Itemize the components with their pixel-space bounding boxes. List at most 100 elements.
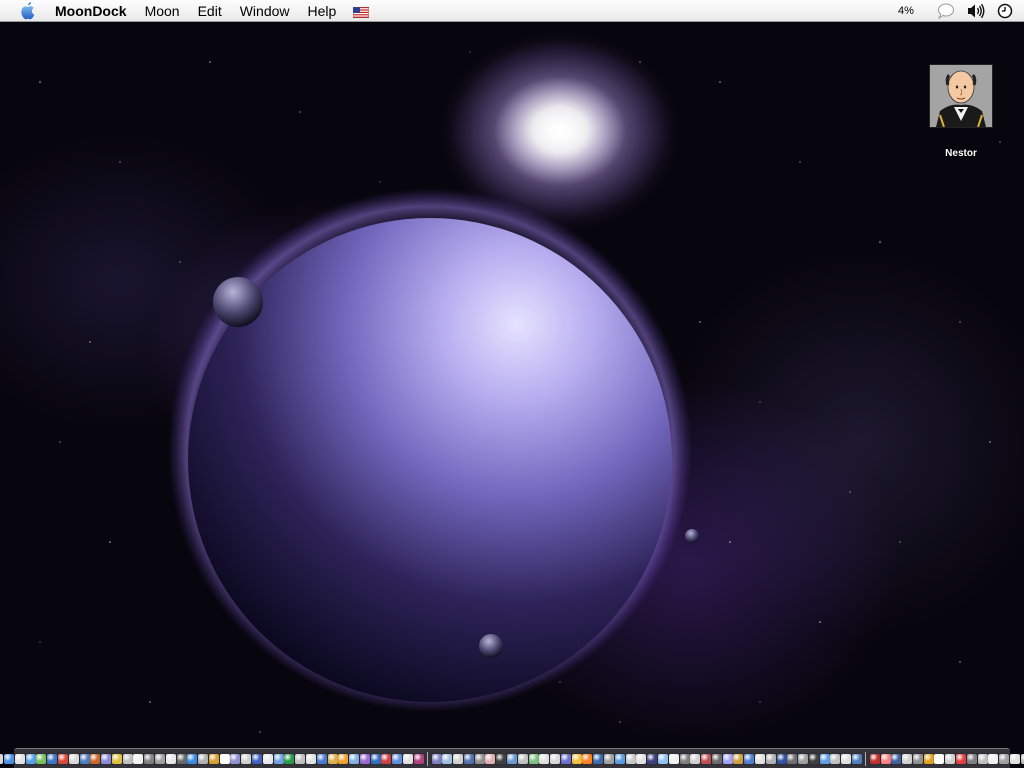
menu-window[interactable]: Window	[231, 0, 299, 22]
dock-item-icon[interactable]	[208, 753, 219, 764]
dock-item-icon[interactable]	[316, 753, 327, 764]
dock-item-icon[interactable]	[765, 753, 776, 764]
dock-item-icon[interactable]	[442, 753, 453, 764]
dock-item-icon[interactable]	[571, 753, 582, 764]
dock-item-icon[interactable]	[754, 753, 765, 764]
menu-edit[interactable]: Edit	[189, 0, 231, 22]
dock-item-icon[interactable]	[869, 753, 880, 764]
dock-item-icon[interactable]	[880, 753, 891, 764]
dock-item-icon[interactable]	[934, 753, 945, 764]
dock-item-icon[interactable]	[733, 753, 744, 764]
dock-item-icon[interactable]	[47, 753, 58, 764]
dock-item-icon[interactable]	[474, 753, 485, 764]
dock-item-icon[interactable]	[0, 753, 4, 764]
dock-item-icon[interactable]	[111, 753, 122, 764]
dock-item-icon[interactable]	[219, 753, 230, 764]
dock-item-icon[interactable]	[485, 753, 496, 764]
dock-item-icon[interactable]	[79, 753, 90, 764]
dock-item-icon[interactable]	[463, 753, 474, 764]
dock-item-icon[interactable]	[999, 753, 1010, 764]
apple-menu[interactable]	[17, 0, 39, 22]
dock-item-icon[interactable]	[230, 753, 241, 764]
dock-item-icon[interactable]	[349, 753, 360, 764]
dock-item-icon[interactable]	[14, 753, 25, 764]
dock-item-icon[interactable]	[507, 753, 517, 764]
clock-icon[interactable]	[996, 0, 1014, 22]
dock-item-icon[interactable]	[165, 753, 176, 764]
menu-moon[interactable]: Moon	[136, 0, 189, 22]
dock-item-icon[interactable]	[852, 753, 862, 764]
dock-item-icon[interactable]	[273, 753, 284, 764]
dock-item-icon[interactable]	[690, 753, 701, 764]
dock-item-icon[interactable]	[891, 753, 902, 764]
dock-item-icon[interactable]	[413, 753, 424, 764]
dock-item-icon[interactable]	[657, 753, 668, 764]
dock-item-icon[interactable]	[252, 753, 263, 764]
dock-item-icon[interactable]	[381, 753, 392, 764]
dock-item-icon[interactable]	[945, 753, 956, 764]
dock-item-icon[interactable]	[392, 753, 403, 764]
dock-item-icon[interactable]	[798, 753, 809, 764]
dock-item-icon[interactable]	[711, 753, 722, 764]
dock-item-icon[interactable]	[744, 753, 755, 764]
dock-item-icon[interactable]	[560, 753, 571, 764]
dock-item-icon[interactable]	[528, 753, 539, 764]
dock-item-icon[interactable]	[819, 753, 830, 764]
dock-item-icon[interactable]	[977, 753, 988, 764]
app-menu-moondock[interactable]: MoonDock	[51, 0, 136, 22]
speaker-volume-icon[interactable]	[964, 0, 988, 22]
dock-item-icon[interactable]	[4, 753, 15, 764]
us-flag-icon[interactable]	[353, 5, 370, 19]
dock-item-icon[interactable]	[988, 753, 999, 764]
dock-item-icon[interactable]	[722, 753, 733, 764]
dock-item-icon[interactable]	[25, 753, 36, 764]
dock-item-icon[interactable]	[370, 753, 381, 764]
dock-item-icon[interactable]	[284, 753, 295, 764]
dock-item-icon[interactable]	[305, 753, 316, 764]
dock-item-icon[interactable]	[636, 753, 647, 764]
dock-item-icon[interactable]	[36, 753, 47, 764]
dock-item-icon[interactable]	[431, 753, 442, 764]
dock-item-icon[interactable]	[144, 753, 155, 764]
dock-item-icon[interactable]	[625, 753, 636, 764]
dock-item-icon[interactable]	[614, 753, 625, 764]
dock-item-icon[interactable]	[176, 753, 187, 764]
dock-item-icon[interactable]	[68, 753, 79, 764]
dock-item-icon[interactable]	[604, 753, 615, 764]
dock-item-icon[interactable]	[841, 753, 852, 764]
dock-item-icon[interactable]	[133, 753, 144, 764]
dock-item-icon[interactable]	[101, 753, 112, 764]
dock-item-icon[interactable]	[679, 753, 690, 764]
dock-item-icon[interactable]	[295, 753, 306, 764]
dock-item-icon[interactable]	[923, 753, 934, 764]
dock-item-icon[interactable]	[550, 753, 561, 764]
dock-item-icon[interactable]	[453, 753, 464, 764]
dock-item-icon[interactable]	[241, 753, 252, 764]
dock-item-icon[interactable]	[496, 753, 507, 764]
dock-item-icon[interactable]	[187, 753, 198, 764]
dock-item-icon[interactable]	[668, 753, 679, 764]
dock-item-icon[interactable]	[327, 753, 338, 764]
dock-item-icon[interactable]	[517, 753, 528, 764]
dock-item-icon[interactable]	[647, 753, 658, 764]
dock-item-icon[interactable]	[57, 753, 68, 764]
dock-item-icon[interactable]	[776, 753, 787, 764]
dock-item-icon[interactable]	[1009, 753, 1020, 764]
menu-help[interactable]: Help	[299, 0, 346, 22]
dock-item-icon[interactable]	[593, 753, 604, 764]
dock-item-icon[interactable]	[912, 753, 923, 764]
desktop-icon-nestor[interactable]: Nestor	[926, 64, 996, 159]
dock-item-icon[interactable]	[966, 753, 977, 764]
dock-item-icon[interactable]	[830, 753, 841, 764]
dock-item-icon[interactable]	[402, 753, 413, 764]
dock-item-icon[interactable]	[539, 753, 550, 764]
dock-item-icon[interactable]	[262, 753, 273, 764]
speech-bubble-icon[interactable]	[934, 0, 958, 22]
dock-item-icon[interactable]	[90, 753, 101, 764]
dock-item-icon[interactable]	[155, 753, 165, 764]
dock-item-icon[interactable]	[787, 753, 798, 764]
battery-status[interactable]: 4%	[892, 0, 920, 22]
dock-item-icon[interactable]	[359, 753, 370, 764]
dock-item-icon[interactable]	[701, 753, 712, 764]
dock-item-icon[interactable]	[198, 753, 209, 764]
